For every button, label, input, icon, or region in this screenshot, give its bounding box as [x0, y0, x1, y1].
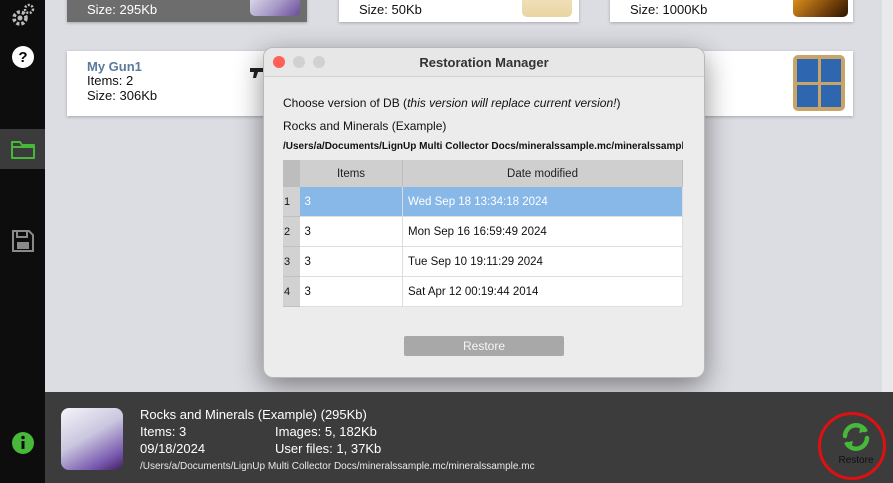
table-row[interactable]: 1 3 Wed Sep 18 13:34:18 2024 — [283, 187, 683, 217]
card-thumbnail — [793, 0, 848, 17]
card-thumbnail — [250, 0, 300, 16]
card-thumbnail — [793, 55, 845, 111]
versions-table: Items Date modified 1 3 Wed Sep 18 13:34… — [283, 160, 683, 307]
cell-items: 3 — [299, 276, 403, 307]
row-number: 2 — [283, 216, 300, 247]
gear-icon — [11, 3, 34, 26]
svg-text:?: ? — [18, 49, 27, 66]
folder-icon — [10, 141, 35, 159]
table-row[interactable]: 3 3 Tue Sep 10 19:11:29 2024 — [283, 246, 683, 277]
card-size: Size: 1000Kb — [630, 2, 708, 17]
restoration-manager-dialog: Restoration Manager Choose version of DB… — [263, 47, 705, 378]
collections-button[interactable] — [0, 129, 45, 169]
database-name: Rocks and Minerals (Example) — [283, 119, 447, 133]
dialog-restore-button[interactable]: Restore — [404, 336, 564, 356]
collection-card[interactable]: Size: 1000Kb — [610, 0, 853, 22]
row-number-header — [283, 160, 300, 187]
cell-date: Mon Sep 16 16:59:49 2024 — [402, 216, 683, 247]
collection-items: Items: 3 — [140, 424, 187, 439]
card-size: Size: 295Kb — [87, 2, 158, 17]
restore-button-label: Restore — [838, 455, 874, 466]
row-number: 4 — [283, 276, 300, 307]
cell-items: 3 — [299, 216, 403, 247]
help-button[interactable]: ? — [0, 37, 45, 77]
instruction-warning: this version will replace current versio… — [407, 96, 617, 110]
instruction-suffix: ) — [616, 96, 621, 110]
column-header-items[interactable]: Items — [299, 160, 403, 187]
collection-thumbnail — [61, 408, 123, 470]
dialog-titlebar: Restoration Manager — [264, 48, 704, 77]
card-title: My Gun1 — [87, 59, 142, 74]
collection-card-stamps[interactable] — [685, 51, 853, 116]
cell-date: Sat Apr 12 00:19:44 2014 — [402, 276, 683, 307]
refresh-icon — [842, 423, 870, 451]
instruction-prefix: Choose version of DB ( — [283, 96, 408, 110]
column-header-date-modified[interactable]: Date modified — [402, 160, 683, 187]
collection-title: Rocks and Minerals (Example) (295Kb) — [140, 407, 367, 422]
save-button[interactable] — [0, 221, 45, 261]
info-button[interactable] — [0, 423, 45, 463]
settings-button[interactable] — [0, 0, 45, 35]
card-size: Size: 306Kb — [87, 88, 158, 103]
help-icon: ? — [11, 46, 34, 68]
cell-items: 3 — [299, 187, 403, 217]
collection-images: Images: 5, 182Kb — [275, 424, 377, 439]
table-row[interactable]: 4 3 Sat Apr 12 00:19:44 2014 — [283, 276, 683, 307]
table-row[interactable]: 2 3 Mon Sep 16 16:59:49 2024 — [283, 216, 683, 247]
card-items: Items: 2 — [87, 73, 134, 88]
restore-button[interactable]: Restore — [831, 420, 881, 468]
collection-card[interactable]: Size: 50Kb — [339, 0, 579, 22]
save-icon — [11, 230, 34, 252]
row-number: 1 — [283, 187, 300, 217]
collection-date: 09/18/2024 — [140, 441, 206, 456]
collection-path: /Users/a/Documents/LignUp Multi Collecto… — [140, 461, 535, 472]
card-thumbnail — [522, 0, 572, 17]
main-scrollbar[interactable] — [882, 0, 893, 392]
database-path: /Users/a/Documents/LignUp Multi Collecto… — [283, 141, 683, 152]
instruction-text: Choose version of DB (this version will … — [283, 96, 620, 110]
row-number: 3 — [283, 246, 300, 277]
collection-user-files: User files: 1, 37Kb — [275, 441, 382, 456]
sidebar: ? — [0, 0, 45, 483]
dialog-title: Restoration Manager — [419, 55, 549, 70]
collection-card-rocks[interactable]: Size: 295Kb — [67, 0, 307, 22]
cell-date: Wed Sep 18 13:34:18 2024 — [402, 187, 683, 217]
card-size: Size: 50Kb — [359, 2, 422, 17]
cell-items: 3 — [299, 246, 403, 277]
cell-date: Tue Sep 10 19:11:29 2024 — [402, 246, 683, 277]
selected-collection-panel: Rocks and Minerals (Example) (295Kb) Ite… — [45, 392, 893, 483]
info-icon — [11, 432, 34, 454]
